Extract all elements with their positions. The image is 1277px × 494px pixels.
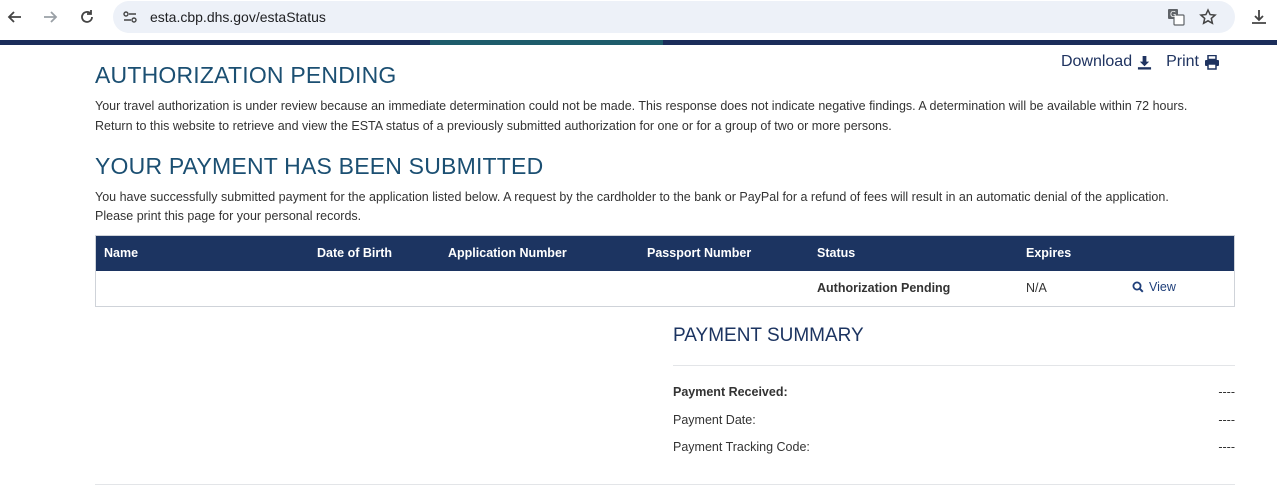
payment-summary-title: PAYMENT SUMMARY (673, 325, 864, 346)
col-header-status: Status (817, 246, 856, 260)
url-text[interactable]: esta.cbp.dhs.gov/estaStatus (150, 9, 326, 25)
site-settings-icon[interactable] (122, 9, 138, 25)
table-row: Authorization Pending N/A View (96, 271, 1234, 306)
download-icon (1138, 55, 1152, 70)
authorization-text-line1: Your travel authorization is under revie… (95, 99, 1188, 113)
reload-icon[interactable] (76, 6, 98, 28)
payment-date-value: ---- (1218, 413, 1235, 427)
payment-submitted-text-line2: Please print this page for your personal… (95, 209, 362, 223)
payment-tracking-value: ---- (1218, 440, 1235, 454)
col-header-passport-number: Passport Number (647, 246, 752, 260)
page-actions: Download Print (1061, 53, 1220, 71)
col-header-dob: Date of Birth (317, 246, 392, 260)
payment-submitted-heading: YOUR PAYMENT HAS BEEN SUBMITTED (95, 153, 544, 179)
view-label: View (1149, 280, 1176, 294)
download-button[interactable]: Download (1061, 53, 1152, 71)
col-header-name: Name (104, 246, 139, 260)
applications-table: Name Date of Birth Application Number Pa… (95, 235, 1235, 307)
bookmark-star-icon[interactable] (1198, 7, 1218, 27)
print-button[interactable]: Print (1166, 53, 1220, 71)
downloads-icon[interactable] (1248, 6, 1270, 28)
authorization-text-line2: Return to this website to retrieve and v… (95, 119, 892, 133)
address-bar[interactable]: esta.cbp.dhs.gov/estaStatus G (113, 1, 1235, 33)
browser-toolbar: esta.cbp.dhs.gov/estaStatus G (0, 0, 1277, 34)
table-header: Name Date of Birth Application Number Pa… (96, 236, 1234, 271)
view-link[interactable]: View (1132, 280, 1176, 294)
payment-tracking-label: Payment Tracking Code: (673, 440, 810, 454)
download-label: Download (1060, 53, 1133, 70)
divider (673, 365, 1235, 366)
payment-date-label: Payment Date: (673, 413, 756, 427)
payment-received-value: ---- (1218, 385, 1235, 399)
col-header-expires: Expires (1026, 246, 1072, 260)
print-label: Print (1166, 53, 1199, 70)
back-arrow-icon[interactable] (4, 6, 26, 28)
svg-text:G: G (1170, 10, 1176, 19)
divider (95, 484, 1235, 485)
search-icon (1132, 281, 1144, 293)
authorization-heading: AUTHORIZATION PENDING (95, 62, 397, 88)
site-top-band-accent (430, 40, 663, 45)
cell-status: Authorization Pending (817, 281, 951, 295)
payment-received-label: Payment Received: (673, 385, 788, 399)
translate-icon[interactable]: G (1166, 7, 1186, 27)
forward-arrow-icon[interactable] (39, 6, 61, 28)
col-header-application-number: Application Number (448, 246, 567, 260)
print-icon (1205, 54, 1219, 70)
payment-submitted-text-line1: You have successfully submitted payment … (95, 190, 1169, 204)
cell-expires: N/A (1026, 281, 1047, 295)
